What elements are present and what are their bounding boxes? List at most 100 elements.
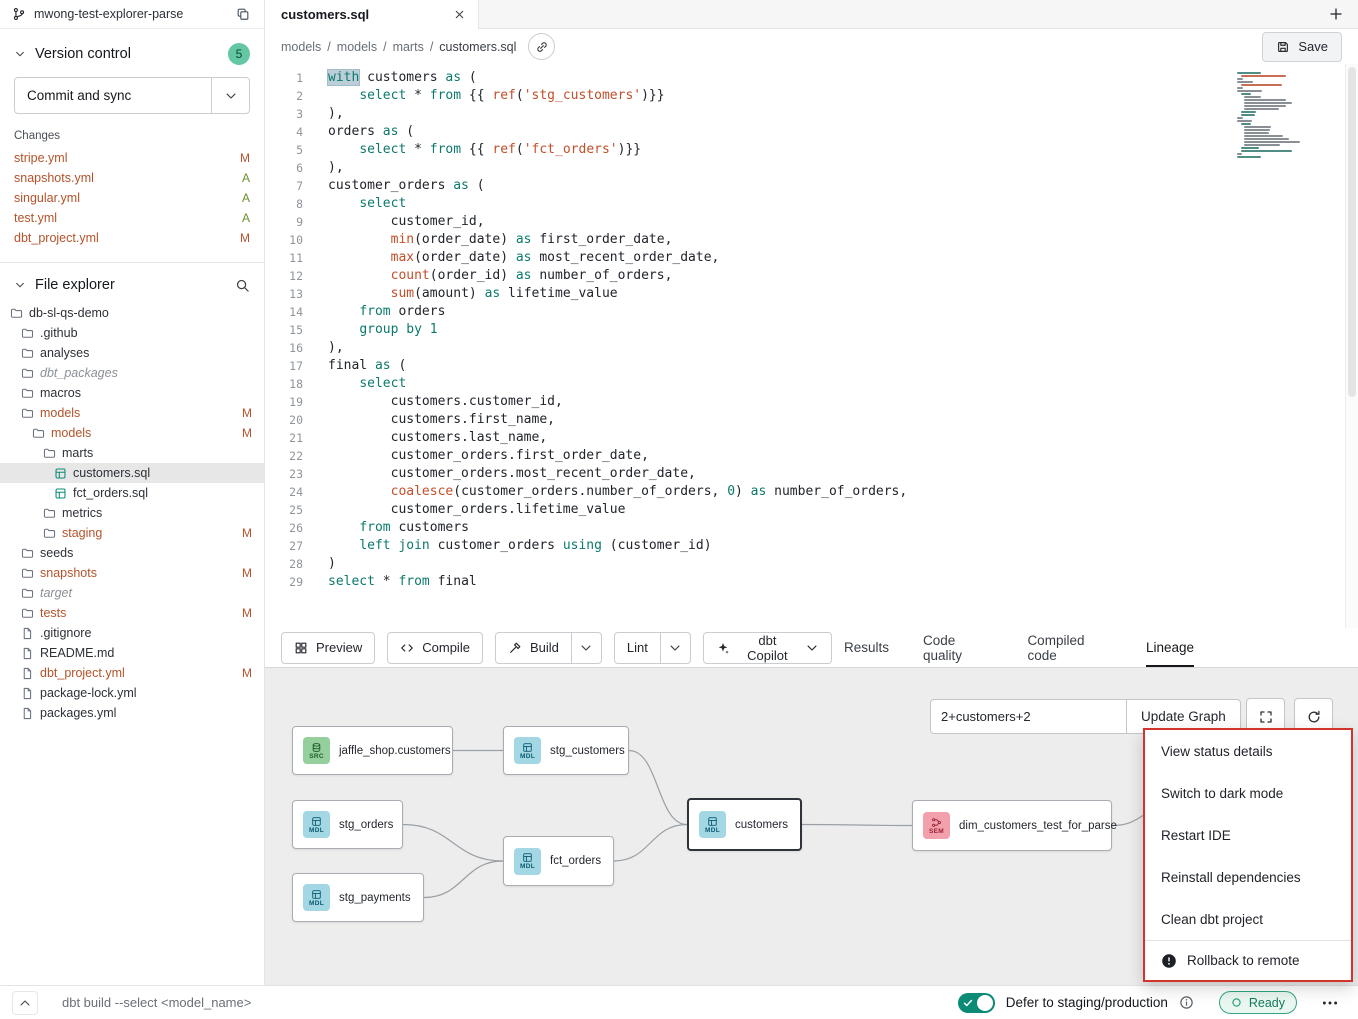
result-tab-results[interactable]: Results (844, 628, 889, 667)
context-menu-item-switch-to-dark-mode[interactable]: Switch to dark mode (1145, 772, 1351, 814)
code-line-15[interactable]: 15 group by 1 (265, 321, 1358, 339)
search-icon[interactable] (235, 278, 250, 293)
result-tab-lineage[interactable]: Lineage (1146, 628, 1194, 667)
code-line-23[interactable]: 23 customer_orders.most_recent_order_dat… (265, 465, 1358, 483)
code-line-16[interactable]: 16), (265, 339, 1358, 357)
code-line-22[interactable]: 22 customer_orders.first_order_date, (265, 447, 1358, 465)
lineage-node-jaffle-shop-customers[interactable]: SRCjaffle_shop.customers (292, 726, 453, 775)
tree-item-readme-md[interactable]: README.md (0, 643, 264, 663)
lineage-node-dim-customers-test-for-parse[interactable]: SEMdim_customers_test_for_parse (912, 800, 1112, 851)
tree-item-fct-orders-sql[interactable]: fct_orders.sql (0, 483, 264, 503)
commit-options-dropdown[interactable] (211, 78, 249, 113)
status-badge[interactable]: Ready (1219, 991, 1297, 1014)
code-line-6[interactable]: 6), (265, 159, 1358, 177)
code-line-25[interactable]: 25 customer_orders.lifetime_value (265, 501, 1358, 519)
editor-tab-customers[interactable]: customers.sql (265, 0, 479, 29)
breadcrumb-item-customers-sql[interactable]: customers.sql (439, 40, 516, 54)
changed-file-dbt-project-yml[interactable]: dbt_project.ymlM (0, 228, 264, 248)
tree-item-models[interactable]: modelsM (0, 403, 264, 423)
tree-item-metrics[interactable]: metrics (0, 503, 264, 523)
code-line-10[interactable]: 10 min(order_date) as first_order_date, (265, 231, 1358, 249)
more-options-button[interactable] (1314, 990, 1346, 1016)
tree-item-tests[interactable]: testsM (0, 603, 264, 623)
changed-file-snapshots-yml[interactable]: snapshots.ymlA (0, 168, 264, 188)
code-editor[interactable]: 1with customers as (2 select * from {{ r… (265, 64, 1358, 628)
context-menu-item-reinstall-dependencies[interactable]: Reinstall dependencies (1145, 856, 1351, 898)
code-line-26[interactable]: 26 from customers (265, 519, 1358, 537)
tree-item-package-lock-yml[interactable]: package-lock.yml (0, 683, 264, 703)
context-menu-item-clean-dbt-project[interactable]: Clean dbt project (1145, 898, 1351, 940)
code-line-12[interactable]: 12 count(order_id) as number_of_orders, (265, 267, 1358, 285)
scrollbar-thumb[interactable] (1348, 67, 1356, 397)
changed-file-stripe-yml[interactable]: stripe.ymlM (0, 148, 264, 168)
lineage-node-customers[interactable]: MDLcustomers (687, 798, 802, 851)
code-line-24[interactable]: 24 coalesce(customer_orders.number_of_or… (265, 483, 1358, 501)
code-line-21[interactable]: 21 customers.last_name, (265, 429, 1358, 447)
command-preview[interactable]: dbt build --select <model_name> (62, 995, 251, 1010)
chevron-down-icon[interactable] (14, 279, 26, 291)
code-line-4[interactable]: 4orders as ( (265, 123, 1358, 141)
lineage-node-stg-orders[interactable]: MDLstg_orders (292, 800, 403, 849)
build-button[interactable]: Build (496, 633, 571, 663)
code-line-27[interactable]: 27 left join customer_orders using (cust… (265, 537, 1358, 555)
tree-item-macros[interactable]: macros (0, 383, 264, 403)
tree-item-models[interactable]: modelsM (0, 423, 264, 443)
tree-item-github[interactable]: .github (0, 323, 264, 343)
tree-item-db-sl-qs-demo[interactable]: db-sl-qs-demo (0, 303, 264, 323)
code-line-18[interactable]: 18 select (265, 375, 1358, 393)
tree-item-marts[interactable]: marts (0, 443, 264, 463)
breadcrumb-item-marts[interactable]: marts (393, 40, 424, 54)
editor-minimap[interactable] (1237, 72, 1295, 158)
help-icon[interactable] (1179, 995, 1194, 1010)
chevron-down-icon[interactable] (14, 48, 26, 60)
tree-item-dbt-project-yml[interactable]: dbt_project.ymlM (0, 663, 264, 683)
result-tab-compiled-code[interactable]: Compiled code (1027, 628, 1112, 667)
breadcrumb-item-models[interactable]: models (337, 40, 377, 54)
context-menu-item-view-status-details[interactable]: View status details (1145, 730, 1351, 772)
commit-and-sync-button[interactable]: Commit and sync (15, 78, 211, 113)
code-line-20[interactable]: 20 customers.first_name, (265, 411, 1358, 429)
changed-file-singular-yml[interactable]: singular.ymlA (0, 188, 264, 208)
code-line-2[interactable]: 2 select * from {{ ref('stg_customers')}… (265, 87, 1358, 105)
code-line-11[interactable]: 11 max(order_date) as most_recent_order_… (265, 249, 1358, 267)
file-link-button[interactable] (528, 33, 555, 60)
code-line-7[interactable]: 7customer_orders as ( (265, 177, 1358, 195)
defer-toggle[interactable] (958, 993, 995, 1013)
code-line-29[interactable]: 29select * from final (265, 573, 1358, 591)
code-line-13[interactable]: 13 sum(amount) as lifetime_value (265, 285, 1358, 303)
close-icon[interactable] (453, 8, 466, 21)
tree-item-snapshots[interactable]: snapshotsM (0, 563, 264, 583)
lint-options-dropdown[interactable] (660, 633, 690, 663)
code-line-8[interactable]: 8 select (265, 195, 1358, 213)
new-tab-button[interactable] (1328, 6, 1344, 22)
tree-item-target[interactable]: target (0, 583, 264, 603)
editor-scrollbar[interactable] (1345, 64, 1358, 628)
code-line-3[interactable]: 3), (265, 105, 1358, 123)
tree-item-staging[interactable]: stagingM (0, 523, 264, 543)
code-line-17[interactable]: 17final as ( (265, 357, 1358, 375)
tree-item-analyses[interactable]: analyses (0, 343, 264, 363)
copy-project-button[interactable] (234, 5, 252, 23)
code-line-28[interactable]: 28) (265, 555, 1358, 573)
tree-item-seeds[interactable]: seeds (0, 543, 264, 563)
breadcrumb-item-models[interactable]: models (281, 40, 321, 54)
code-line-9[interactable]: 9 customer_id, (265, 213, 1358, 231)
tree-item-dbt-packages[interactable]: dbt_packages (0, 363, 264, 383)
lineage-node-fct-orders[interactable]: MDLfct_orders (503, 836, 614, 886)
context-menu-item-rollback-to-remote[interactable]: Rollback to remote (1145, 940, 1351, 980)
tree-item-gitignore[interactable]: .gitignore (0, 623, 264, 643)
lineage-selector-input[interactable] (930, 699, 1127, 734)
build-options-dropdown[interactable] (571, 633, 601, 663)
lint-button[interactable]: Lint (615, 633, 660, 663)
lineage-node-stg-customers[interactable]: MDLstg_customers (503, 726, 629, 775)
result-tab-code-quality[interactable]: Code quality (923, 628, 993, 667)
context-menu-item-restart-ide[interactable]: Restart IDE (1145, 814, 1351, 856)
code-line-14[interactable]: 14 from orders (265, 303, 1358, 321)
expand-command-bar-button[interactable] (12, 991, 38, 1015)
lineage-node-stg-payments[interactable]: MDLstg_payments (292, 873, 424, 922)
dbt-copilot-button[interactable]: dbt Copilot (703, 632, 832, 664)
compile-button[interactable]: Compile (387, 632, 483, 664)
code-line-19[interactable]: 19 customers.customer_id, (265, 393, 1358, 411)
tree-item-customers-sql[interactable]: customers.sql (0, 463, 264, 483)
code-line-5[interactable]: 5 select * from {{ ref('fct_orders')}} (265, 141, 1358, 159)
